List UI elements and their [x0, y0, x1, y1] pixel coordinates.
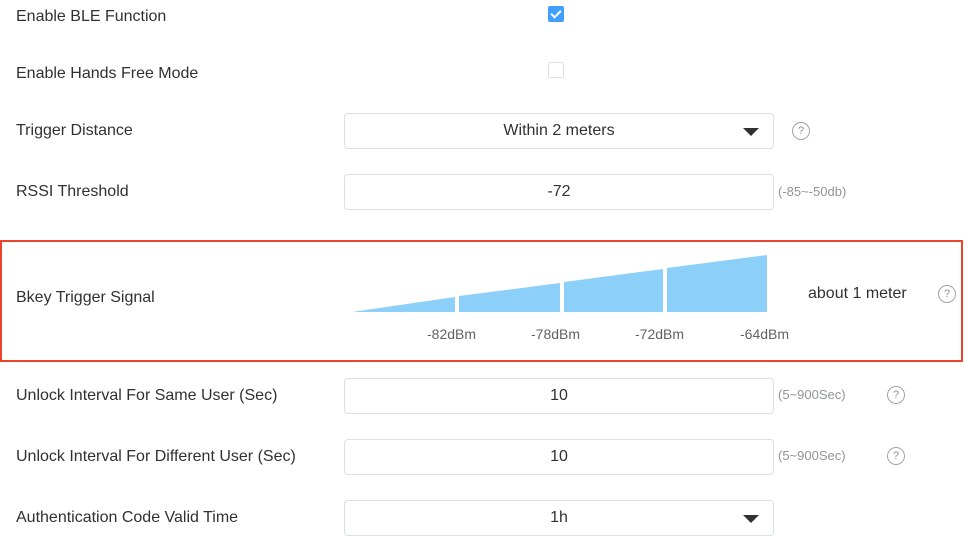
enable-ble-checkbox[interactable] — [548, 6, 564, 22]
unlock-same-range-hint: (5~900Sec) — [778, 387, 846, 402]
unlock-diff-user-input[interactable]: 10 — [344, 439, 774, 475]
trigger-distance-value: Within 2 meters — [503, 122, 615, 139]
rssi-threshold-value: -72 — [547, 183, 571, 200]
auth-code-valid-time-label: Authentication Code Valid Time — [16, 509, 239, 526]
unlock-diff-range-hint: (5~900Sec) — [778, 448, 846, 463]
unlock-same-user-label: Unlock Interval For Same User (Sec) — [16, 387, 278, 404]
help-icon[interactable]: ? — [938, 285, 956, 303]
hands-free-label: Enable Hands Free Mode — [16, 65, 199, 82]
rssi-threshold-label: RSSI Threshold — [16, 183, 129, 200]
auth-code-valid-time-select[interactable]: 1h — [344, 500, 774, 536]
trigger-distance-label: Trigger Distance — [16, 122, 133, 139]
signal-level-2: -78dBm — [531, 326, 581, 342]
signal-bar-3[interactable] — [564, 269, 663, 312]
help-icon[interactable]: ? — [887, 447, 905, 465]
signal-bar-1[interactable] — [352, 297, 455, 312]
help-icon[interactable]: ? — [792, 122, 810, 140]
signal-strength-graphic — [352, 255, 767, 312]
auth-code-valid-time-value: 1h — [550, 509, 568, 526]
trigger-distance-select[interactable]: Within 2 meters — [344, 113, 774, 149]
rssi-threshold-input[interactable]: -72 — [344, 174, 774, 210]
signal-bar-2[interactable] — [459, 283, 560, 312]
enable-ble-label: Enable BLE Function — [16, 8, 167, 25]
hands-free-checkbox[interactable] — [548, 62, 564, 78]
bkey-trigger-label: Bkey Trigger Signal — [16, 289, 155, 306]
signal-level-3: -72dBm — [635, 326, 685, 342]
signal-level-1: -82dBm — [427, 326, 477, 342]
unlock-diff-user-label: Unlock Interval For Different User (Sec) — [16, 448, 296, 465]
help-icon[interactable]: ? — [887, 386, 905, 404]
dropdown-arrow-icon — [743, 515, 759, 523]
dropdown-arrow-icon — [743, 128, 759, 136]
bkey-trigger-result: about 1 meter — [808, 285, 907, 302]
unlock-same-user-input[interactable]: 10 — [344, 378, 774, 414]
unlock-diff-user-value: 10 — [550, 448, 568, 465]
unlock-same-user-value: 10 — [550, 387, 568, 404]
signal-level-4: -64dBm — [740, 326, 790, 342]
rssi-range-hint: (-85~-50db) — [778, 184, 847, 199]
signal-bar-4[interactable] — [667, 255, 767, 312]
